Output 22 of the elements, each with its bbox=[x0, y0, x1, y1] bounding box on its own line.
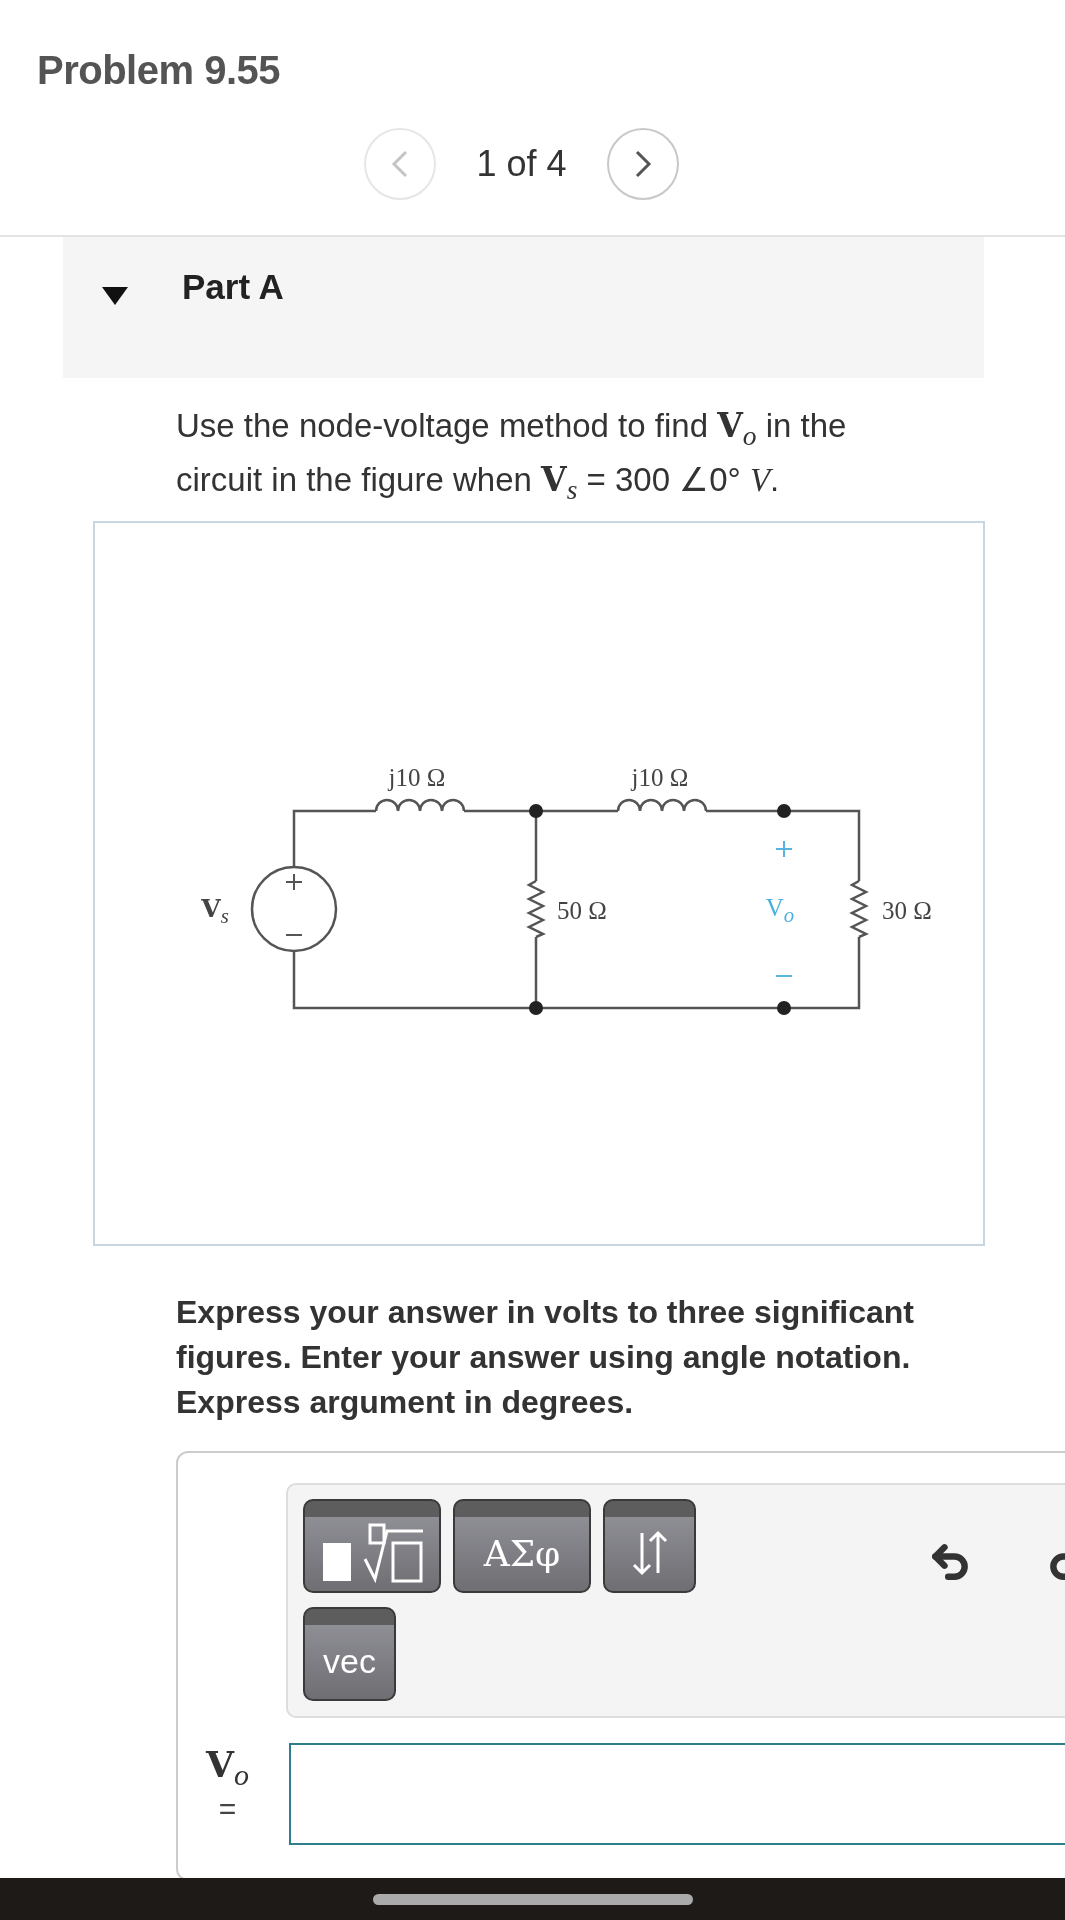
template-button[interactable] bbox=[303, 1499, 441, 1594]
source-label: V$_{s}$ bbox=[201, 893, 229, 929]
resistor-label: 30 Ω bbox=[882, 897, 932, 926]
problem-statement: Use the node-voltage method to find V$_{o}$ in the circuit in the figure when V$_{s}$ = 300 ∠0° V. bbox=[176, 405, 848, 507]
problem-title: Problem 9.55 bbox=[37, 48, 281, 93]
part-label: Part A bbox=[182, 267, 284, 307]
answer-instructions: Express your answer in volts to three significant figures. Enter your answer using angle notation. Express argument in degrees. bbox=[176, 1293, 915, 1423]
output-voltage-label: V$_{o}$ bbox=[765, 894, 795, 929]
equals-sign: = bbox=[218, 1792, 237, 1827]
arrows-button[interactable] bbox=[603, 1499, 696, 1594]
inductor-label: j10 Ω bbox=[388, 764, 446, 793]
part-header[interactable]: Part A bbox=[63, 237, 984, 378]
vec-button[interactable]: vec bbox=[303, 1607, 396, 1702]
answer-input[interactable] bbox=[289, 1743, 1065, 1846]
home-indicator[interactable] bbox=[372, 1893, 693, 1905]
variable-label: V$_{o}$ bbox=[206, 1743, 249, 1793]
resistor-label: 50 Ω bbox=[557, 897, 607, 926]
chevron-left-icon bbox=[391, 149, 410, 179]
greek-symbols-button[interactable]: ΑΣφ bbox=[453, 1499, 591, 1594]
page-counter: 1 of 4 bbox=[476, 143, 567, 185]
chevron-right-icon bbox=[633, 149, 652, 179]
inductor-label: j10 Ω bbox=[631, 764, 689, 793]
